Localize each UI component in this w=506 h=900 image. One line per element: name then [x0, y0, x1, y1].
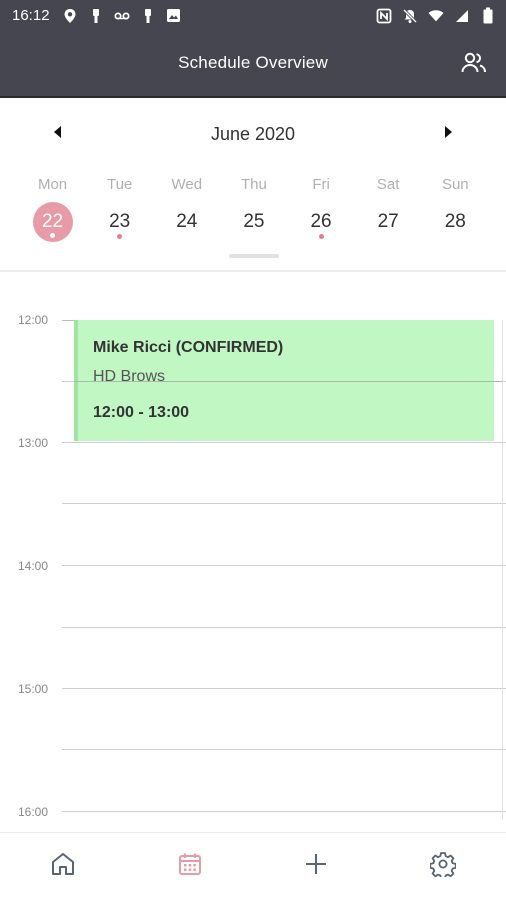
day-sat[interactable]: Sat 27 [355, 172, 422, 252]
battery-icon [480, 7, 496, 24]
month-label: June 2020 [210, 124, 296, 144]
hour-line [62, 442, 506, 443]
calendar-icon [177, 851, 203, 882]
day-fri[interactable]: Fri 26 [288, 172, 355, 252]
day-name: Fri [312, 176, 330, 193]
hour-label: 12:00 [18, 313, 49, 327]
status-time: 16:12 [12, 7, 50, 24]
status-right-icons [376, 7, 496, 24]
day-sun[interactable]: Sun 28 [422, 172, 489, 252]
nav-add-button[interactable] [286, 837, 346, 897]
image-icon [166, 8, 182, 24]
gear-icon [429, 851, 457, 882]
day-name: Mon [37, 176, 68, 193]
next-month-button[interactable] [438, 124, 458, 144]
usb-icon [88, 8, 104, 24]
status-left-icons [62, 8, 182, 24]
day-number: 27 [377, 211, 399, 232]
day-number: 28 [444, 211, 466, 232]
hour-label: 15:00 [18, 682, 49, 696]
day-tue[interactable]: Tue 23 [86, 172, 153, 252]
day-name: Sat [376, 176, 400, 193]
half-hour-line [62, 503, 506, 504]
hour-line [62, 688, 506, 689]
nav-schedule-button[interactable] [160, 837, 220, 897]
day-name: Sun [441, 176, 469, 193]
people-icon [461, 51, 487, 80]
hour-line [62, 811, 506, 812]
status-bar: 16:12 [0, 0, 506, 31]
day-number: 25 [243, 211, 265, 232]
half-hour-line [62, 749, 506, 750]
app-bar: Schedule Overview [0, 31, 506, 98]
people-button[interactable] [458, 49, 490, 81]
day-name: Thu [241, 176, 267, 193]
signal-icon [454, 8, 470, 24]
day-mon[interactable]: Mon 22 [19, 172, 86, 252]
timeline-right-rail [502, 320, 503, 820]
drag-handle[interactable] [229, 254, 279, 258]
half-hour-line [62, 627, 506, 628]
appointment-card[interactable]: Mike Ricci (CONFIRMED) HD Brows 12:00 - … [74, 320, 502, 441]
mute-icon [402, 8, 418, 24]
event-dot [318, 234, 324, 239]
hour-line [62, 565, 506, 566]
hour-label: 14:00 [18, 559, 49, 573]
day-name: Tue [107, 176, 133, 193]
day-timeline[interactable]: 12:00 13:00 14:00 15:00 16:00 Mike Ricci… [0, 272, 506, 832]
nav-home-button[interactable] [33, 837, 93, 897]
appointment-service: HD Brows [93, 368, 166, 385]
plus-icon [304, 852, 328, 881]
day-wed[interactable]: Wed 24 [153, 172, 220, 252]
day-name: Wed [171, 176, 203, 193]
nfc-icon [376, 8, 392, 24]
hour-label: 16:00 [18, 805, 49, 819]
appointment-time: 12:00 - 13:00 [93, 404, 190, 421]
hour-label: 13:00 [18, 436, 49, 450]
appointment-client: Mike Ricci (CONFIRMED) [93, 339, 284, 356]
day-thu[interactable]: Thu 25 [220, 172, 287, 252]
day-number: 24 [176, 211, 198, 232]
nav-settings-button[interactable] [413, 837, 473, 897]
usb-icon [140, 8, 156, 24]
page-title: Schedule Overview [178, 53, 328, 72]
voicemail-icon [113, 8, 130, 24]
location-pin-icon [62, 8, 78, 24]
wifi-icon [428, 8, 444, 24]
caret-right-icon [443, 125, 453, 143]
week-strip: Mon 22 Tue 23 Wed 24 Thu 25 Fri 26 Sat 2… [19, 172, 489, 252]
bottom-navigation [0, 833, 506, 900]
home-icon [50, 851, 76, 882]
month-navigation: June 2020 [0, 100, 506, 166]
